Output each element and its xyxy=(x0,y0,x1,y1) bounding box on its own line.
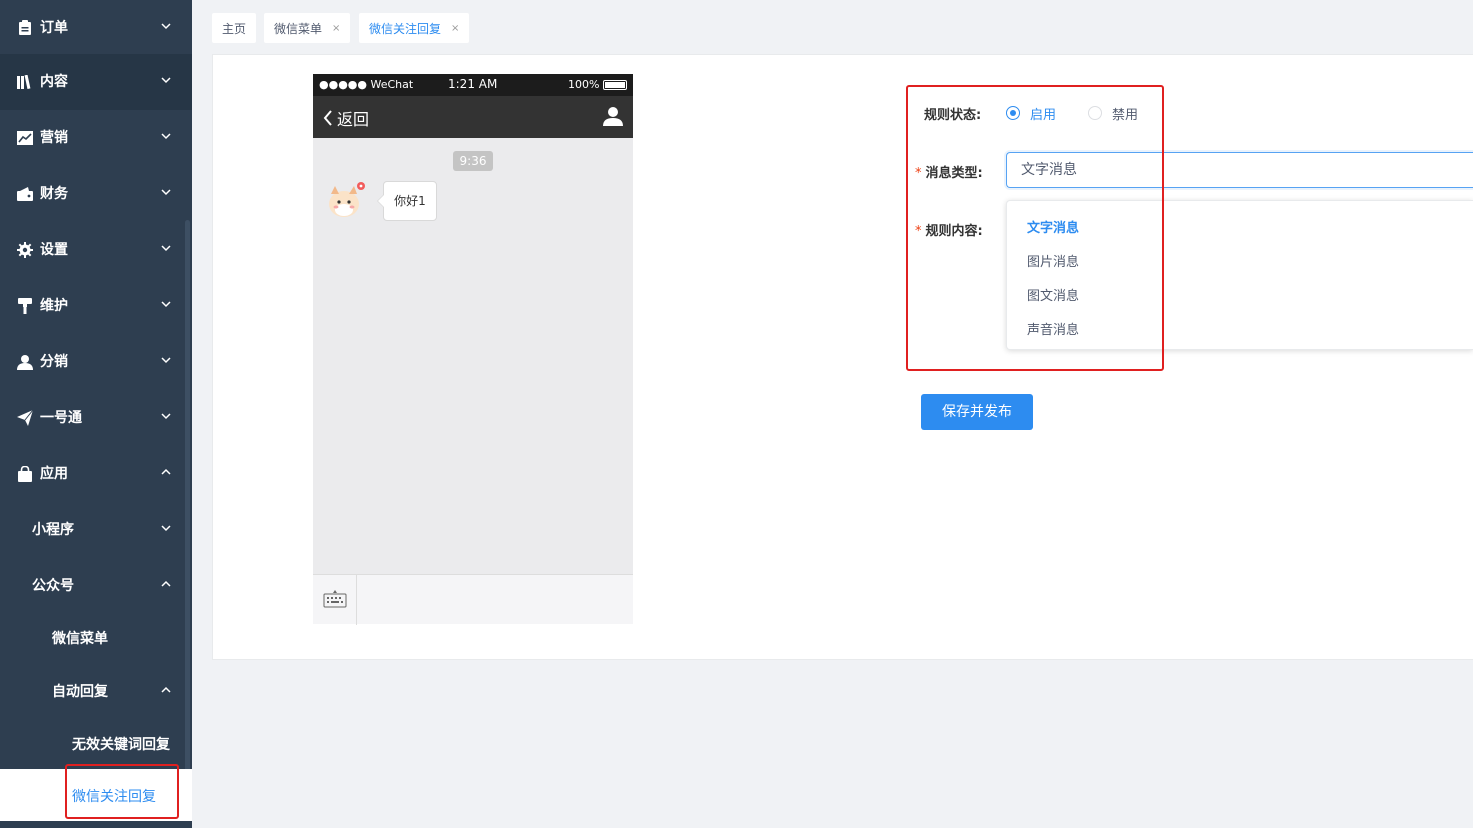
chevron-down-icon xyxy=(161,413,171,420)
sidebar-item-distribution[interactable]: 分销 xyxy=(0,334,192,390)
chart-icon xyxy=(16,129,34,147)
save-publish-button[interactable]: 保存并发布 xyxy=(921,394,1033,430)
phone-nav-bar: 返回 xyxy=(313,96,633,138)
sidebar-item-content[interactable]: 内容 xyxy=(0,54,192,110)
sidebar-item-label: 设置 xyxy=(40,242,68,258)
back-label: 返回 xyxy=(337,110,370,129)
sidebar-item-settings[interactable]: 设置 xyxy=(0,222,192,278)
sidebar-item-label: 小程序 xyxy=(32,522,74,538)
sidebar-item-label: 分销 xyxy=(40,354,68,370)
chevron-down-icon xyxy=(161,245,171,252)
highlight-box xyxy=(65,764,179,819)
sidebar-item-label: 自动回复 xyxy=(52,684,108,700)
tab-home[interactable]: 主页 xyxy=(212,13,257,43)
sidebar-item-marketing[interactable]: 营销 xyxy=(0,110,192,166)
highlight-box xyxy=(906,85,1164,371)
divider xyxy=(356,575,357,625)
sidebar-item-label: 财务 xyxy=(40,186,68,202)
tab-wechat-menu[interactable]: 微信菜单 × xyxy=(264,13,351,43)
sidebar-item-label: 维护 xyxy=(40,298,68,314)
phone-preview: ●●●●● WeChat 1:21 AM 100% 返回 9:36 你好1 xyxy=(313,74,633,625)
tab-bar: 主页 微信菜单 × 微信关注回复 × xyxy=(192,0,1473,54)
chat-area: 9:36 你好1 xyxy=(313,138,633,574)
sidebar-item-apps[interactable]: 应用 xyxy=(0,446,192,502)
sidebar: 订单 内容 营销 财务 设置 维护 分销 一号通 应用 小程序 公众号 微信菜单… xyxy=(0,0,192,828)
sidebar-item-auto-reply[interactable]: 自动回复 xyxy=(0,664,192,720)
chevron-down-icon xyxy=(161,301,171,308)
chevron-up-icon xyxy=(161,468,171,475)
sidebar-item-finance[interactable]: 财务 xyxy=(0,166,192,222)
sidebar-item-label: 营销 xyxy=(40,130,68,146)
battery-icon xyxy=(603,80,627,90)
paper-plane-icon xyxy=(16,409,34,427)
avatar xyxy=(327,182,365,220)
chevron-down-icon xyxy=(161,525,171,532)
message-bubble: 你好1 xyxy=(377,181,437,221)
chevron-up-icon xyxy=(161,580,171,587)
wallet-icon xyxy=(16,185,34,203)
sidebar-item-label: 无效关键词回复 xyxy=(72,737,170,753)
chevron-left-icon xyxy=(323,110,332,126)
message-time: 9:36 xyxy=(453,151,493,171)
sidebar-item-label: 微信菜单 xyxy=(52,631,108,647)
tab-label: 微信关注回复 xyxy=(369,21,442,36)
chevron-down-icon xyxy=(161,77,171,84)
shopping-bag-icon xyxy=(16,465,34,483)
close-icon[interactable]: × xyxy=(451,23,459,34)
back-button[interactable]: 返回 xyxy=(323,106,369,130)
sidebar-item-mini-program[interactable]: 小程序 xyxy=(0,502,192,558)
sidebar-item-wechat-menu[interactable]: 微信菜单 xyxy=(0,611,192,667)
paint-roller-icon xyxy=(16,297,34,315)
clipboard-icon xyxy=(16,19,34,37)
tab-label: 主页 xyxy=(222,21,247,36)
sidebar-item-label: 应用 xyxy=(40,466,68,482)
phone-status-bar: ●●●●● WeChat 1:21 AM 100% xyxy=(313,74,633,96)
sidebar-item-orders[interactable]: 订单 xyxy=(0,0,192,56)
close-icon[interactable]: × xyxy=(332,23,340,34)
chevron-down-icon xyxy=(161,357,171,364)
battery-text: 100% xyxy=(568,78,600,91)
status-time: 1:21 AM xyxy=(448,77,498,91)
tab-label: 微信菜单 xyxy=(274,21,323,36)
tab-follow-reply[interactable]: 微信关注回复 × xyxy=(359,13,470,43)
chevron-down-icon xyxy=(161,23,171,30)
phone-input-bar xyxy=(313,574,633,625)
sidebar-item-label: 内容 xyxy=(40,74,68,90)
user-icon xyxy=(16,353,34,371)
keyboard-icon[interactable] xyxy=(323,590,347,608)
sidebar-item-label: 订单 xyxy=(40,20,68,36)
sidebar-item-label: 一号通 xyxy=(40,410,82,426)
sidebar-item-label: 公众号 xyxy=(32,578,74,594)
user-icon[interactable] xyxy=(603,106,623,126)
books-icon xyxy=(16,73,34,91)
sidebar-item-maintenance[interactable]: 维护 xyxy=(0,278,192,334)
chevron-down-icon xyxy=(161,133,171,140)
gear-icon xyxy=(16,241,34,259)
sidebar-item-one-pass[interactable]: 一号通 xyxy=(0,390,192,446)
chevron-up-icon xyxy=(161,686,171,693)
chevron-down-icon xyxy=(161,189,171,196)
carrier-text: ●●●●● WeChat xyxy=(319,78,414,91)
sidebar-item-official-account[interactable]: 公众号 xyxy=(0,558,192,614)
